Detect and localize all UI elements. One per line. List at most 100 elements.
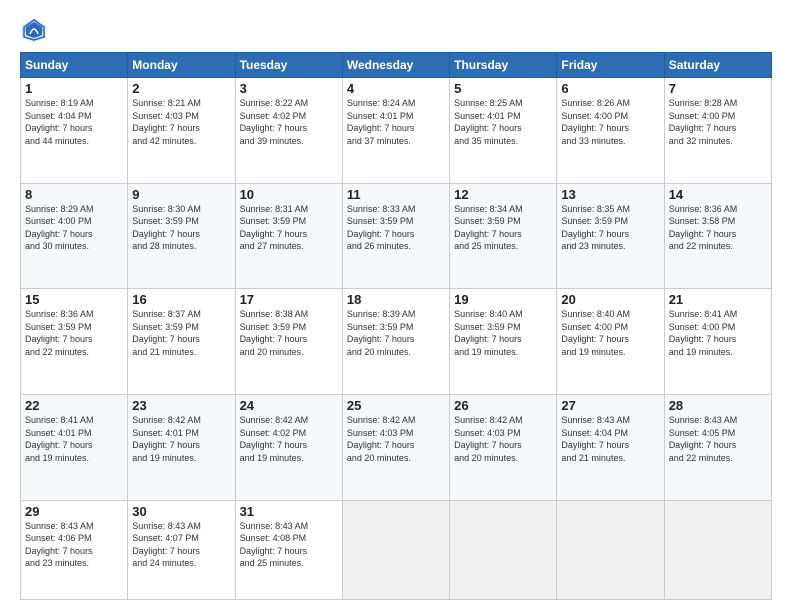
calendar-cell: 1Sunrise: 8:19 AM Sunset: 4:04 PM Daylig… bbox=[21, 78, 128, 184]
calendar-cell: 7Sunrise: 8:28 AM Sunset: 4:00 PM Daylig… bbox=[664, 78, 771, 184]
cell-text: Sunrise: 8:43 AM Sunset: 4:07 PM Dayligh… bbox=[132, 520, 230, 570]
calendar-cell: 8Sunrise: 8:29 AM Sunset: 4:00 PM Daylig… bbox=[21, 183, 128, 289]
weekday-header: Saturday bbox=[664, 53, 771, 78]
cell-text: Sunrise: 8:40 AM Sunset: 3:59 PM Dayligh… bbox=[454, 308, 552, 358]
cell-text: Sunrise: 8:43 AM Sunset: 4:06 PM Dayligh… bbox=[25, 520, 123, 570]
calendar-cell: 2Sunrise: 8:21 AM Sunset: 4:03 PM Daylig… bbox=[128, 78, 235, 184]
day-number: 28 bbox=[669, 398, 767, 413]
cell-text: Sunrise: 8:41 AM Sunset: 4:00 PM Dayligh… bbox=[669, 308, 767, 358]
day-number: 20 bbox=[561, 292, 659, 307]
day-number: 26 bbox=[454, 398, 552, 413]
logo bbox=[20, 16, 52, 44]
day-number: 23 bbox=[132, 398, 230, 413]
day-number: 7 bbox=[669, 81, 767, 96]
cell-text: Sunrise: 8:42 AM Sunset: 4:03 PM Dayligh… bbox=[454, 414, 552, 464]
day-number: 8 bbox=[25, 187, 123, 202]
day-number: 6 bbox=[561, 81, 659, 96]
calendar-cell: 14Sunrise: 8:36 AM Sunset: 3:58 PM Dayli… bbox=[664, 183, 771, 289]
day-number: 4 bbox=[347, 81, 445, 96]
calendar-header-row: SundayMondayTuesdayWednesdayThursdayFrid… bbox=[21, 53, 772, 78]
cell-text: Sunrise: 8:26 AM Sunset: 4:00 PM Dayligh… bbox=[561, 97, 659, 147]
cell-text: Sunrise: 8:21 AM Sunset: 4:03 PM Dayligh… bbox=[132, 97, 230, 147]
calendar-cell bbox=[342, 500, 449, 599]
cell-text: Sunrise: 8:39 AM Sunset: 3:59 PM Dayligh… bbox=[347, 308, 445, 358]
weekday-header: Thursday bbox=[450, 53, 557, 78]
calendar-cell: 18Sunrise: 8:39 AM Sunset: 3:59 PM Dayli… bbox=[342, 289, 449, 395]
calendar-cell bbox=[450, 500, 557, 599]
calendar-week-row: 15Sunrise: 8:36 AM Sunset: 3:59 PM Dayli… bbox=[21, 289, 772, 395]
weekday-header: Sunday bbox=[21, 53, 128, 78]
cell-text: Sunrise: 8:42 AM Sunset: 4:01 PM Dayligh… bbox=[132, 414, 230, 464]
cell-text: Sunrise: 8:24 AM Sunset: 4:01 PM Dayligh… bbox=[347, 97, 445, 147]
cell-text: Sunrise: 8:33 AM Sunset: 3:59 PM Dayligh… bbox=[347, 203, 445, 253]
calendar-cell: 10Sunrise: 8:31 AM Sunset: 3:59 PM Dayli… bbox=[235, 183, 342, 289]
calendar-cell: 13Sunrise: 8:35 AM Sunset: 3:59 PM Dayli… bbox=[557, 183, 664, 289]
cell-text: Sunrise: 8:38 AM Sunset: 3:59 PM Dayligh… bbox=[240, 308, 338, 358]
day-number: 16 bbox=[132, 292, 230, 307]
calendar-cell: 6Sunrise: 8:26 AM Sunset: 4:00 PM Daylig… bbox=[557, 78, 664, 184]
weekday-header: Wednesday bbox=[342, 53, 449, 78]
cell-text: Sunrise: 8:41 AM Sunset: 4:01 PM Dayligh… bbox=[25, 414, 123, 464]
day-number: 18 bbox=[347, 292, 445, 307]
day-number: 3 bbox=[240, 81, 338, 96]
calendar-cell: 20Sunrise: 8:40 AM Sunset: 4:00 PM Dayli… bbox=[557, 289, 664, 395]
calendar-week-row: 1Sunrise: 8:19 AM Sunset: 4:04 PM Daylig… bbox=[21, 78, 772, 184]
calendar-cell: 3Sunrise: 8:22 AM Sunset: 4:02 PM Daylig… bbox=[235, 78, 342, 184]
day-number: 25 bbox=[347, 398, 445, 413]
calendar-week-row: 22Sunrise: 8:41 AM Sunset: 4:01 PM Dayli… bbox=[21, 394, 772, 500]
cell-text: Sunrise: 8:25 AM Sunset: 4:01 PM Dayligh… bbox=[454, 97, 552, 147]
day-number: 9 bbox=[132, 187, 230, 202]
day-number: 10 bbox=[240, 187, 338, 202]
calendar-cell bbox=[664, 500, 771, 599]
day-number: 29 bbox=[25, 504, 123, 519]
day-number: 30 bbox=[132, 504, 230, 519]
calendar-cell: 23Sunrise: 8:42 AM Sunset: 4:01 PM Dayli… bbox=[128, 394, 235, 500]
day-number: 22 bbox=[25, 398, 123, 413]
day-number: 11 bbox=[347, 187, 445, 202]
day-number: 19 bbox=[454, 292, 552, 307]
calendar-cell: 22Sunrise: 8:41 AM Sunset: 4:01 PM Dayli… bbox=[21, 394, 128, 500]
weekday-header: Friday bbox=[557, 53, 664, 78]
cell-text: Sunrise: 8:43 AM Sunset: 4:04 PM Dayligh… bbox=[561, 414, 659, 464]
cell-text: Sunrise: 8:19 AM Sunset: 4:04 PM Dayligh… bbox=[25, 97, 123, 147]
calendar-cell: 26Sunrise: 8:42 AM Sunset: 4:03 PM Dayli… bbox=[450, 394, 557, 500]
day-number: 12 bbox=[454, 187, 552, 202]
cell-text: Sunrise: 8:34 AM Sunset: 3:59 PM Dayligh… bbox=[454, 203, 552, 253]
cell-text: Sunrise: 8:31 AM Sunset: 3:59 PM Dayligh… bbox=[240, 203, 338, 253]
cell-text: Sunrise: 8:30 AM Sunset: 3:59 PM Dayligh… bbox=[132, 203, 230, 253]
day-number: 17 bbox=[240, 292, 338, 307]
calendar-cell: 11Sunrise: 8:33 AM Sunset: 3:59 PM Dayli… bbox=[342, 183, 449, 289]
calendar-cell: 4Sunrise: 8:24 AM Sunset: 4:01 PM Daylig… bbox=[342, 78, 449, 184]
day-number: 2 bbox=[132, 81, 230, 96]
cell-text: Sunrise: 8:22 AM Sunset: 4:02 PM Dayligh… bbox=[240, 97, 338, 147]
calendar-cell: 19Sunrise: 8:40 AM Sunset: 3:59 PM Dayli… bbox=[450, 289, 557, 395]
header bbox=[20, 16, 772, 44]
calendar-cell bbox=[557, 500, 664, 599]
cell-text: Sunrise: 8:42 AM Sunset: 4:03 PM Dayligh… bbox=[347, 414, 445, 464]
weekday-header: Tuesday bbox=[235, 53, 342, 78]
calendar-cell: 17Sunrise: 8:38 AM Sunset: 3:59 PM Dayli… bbox=[235, 289, 342, 395]
day-number: 13 bbox=[561, 187, 659, 202]
logo-icon bbox=[20, 16, 48, 44]
calendar-cell: 5Sunrise: 8:25 AM Sunset: 4:01 PM Daylig… bbox=[450, 78, 557, 184]
day-number: 15 bbox=[25, 292, 123, 307]
weekday-header: Monday bbox=[128, 53, 235, 78]
cell-text: Sunrise: 8:43 AM Sunset: 4:08 PM Dayligh… bbox=[240, 520, 338, 570]
day-number: 31 bbox=[240, 504, 338, 519]
day-number: 5 bbox=[454, 81, 552, 96]
calendar-cell: 15Sunrise: 8:36 AM Sunset: 3:59 PM Dayli… bbox=[21, 289, 128, 395]
cell-text: Sunrise: 8:35 AM Sunset: 3:59 PM Dayligh… bbox=[561, 203, 659, 253]
day-number: 14 bbox=[669, 187, 767, 202]
cell-text: Sunrise: 8:37 AM Sunset: 3:59 PM Dayligh… bbox=[132, 308, 230, 358]
cell-text: Sunrise: 8:42 AM Sunset: 4:02 PM Dayligh… bbox=[240, 414, 338, 464]
calendar-week-row: 29Sunrise: 8:43 AM Sunset: 4:06 PM Dayli… bbox=[21, 500, 772, 599]
calendar-cell: 30Sunrise: 8:43 AM Sunset: 4:07 PM Dayli… bbox=[128, 500, 235, 599]
calendar-cell: 16Sunrise: 8:37 AM Sunset: 3:59 PM Dayli… bbox=[128, 289, 235, 395]
calendar: SundayMondayTuesdayWednesdayThursdayFrid… bbox=[20, 52, 772, 600]
cell-text: Sunrise: 8:43 AM Sunset: 4:05 PM Dayligh… bbox=[669, 414, 767, 464]
day-number: 27 bbox=[561, 398, 659, 413]
day-number: 1 bbox=[25, 81, 123, 96]
cell-text: Sunrise: 8:36 AM Sunset: 3:59 PM Dayligh… bbox=[25, 308, 123, 358]
calendar-cell: 31Sunrise: 8:43 AM Sunset: 4:08 PM Dayli… bbox=[235, 500, 342, 599]
calendar-cell: 9Sunrise: 8:30 AM Sunset: 3:59 PM Daylig… bbox=[128, 183, 235, 289]
